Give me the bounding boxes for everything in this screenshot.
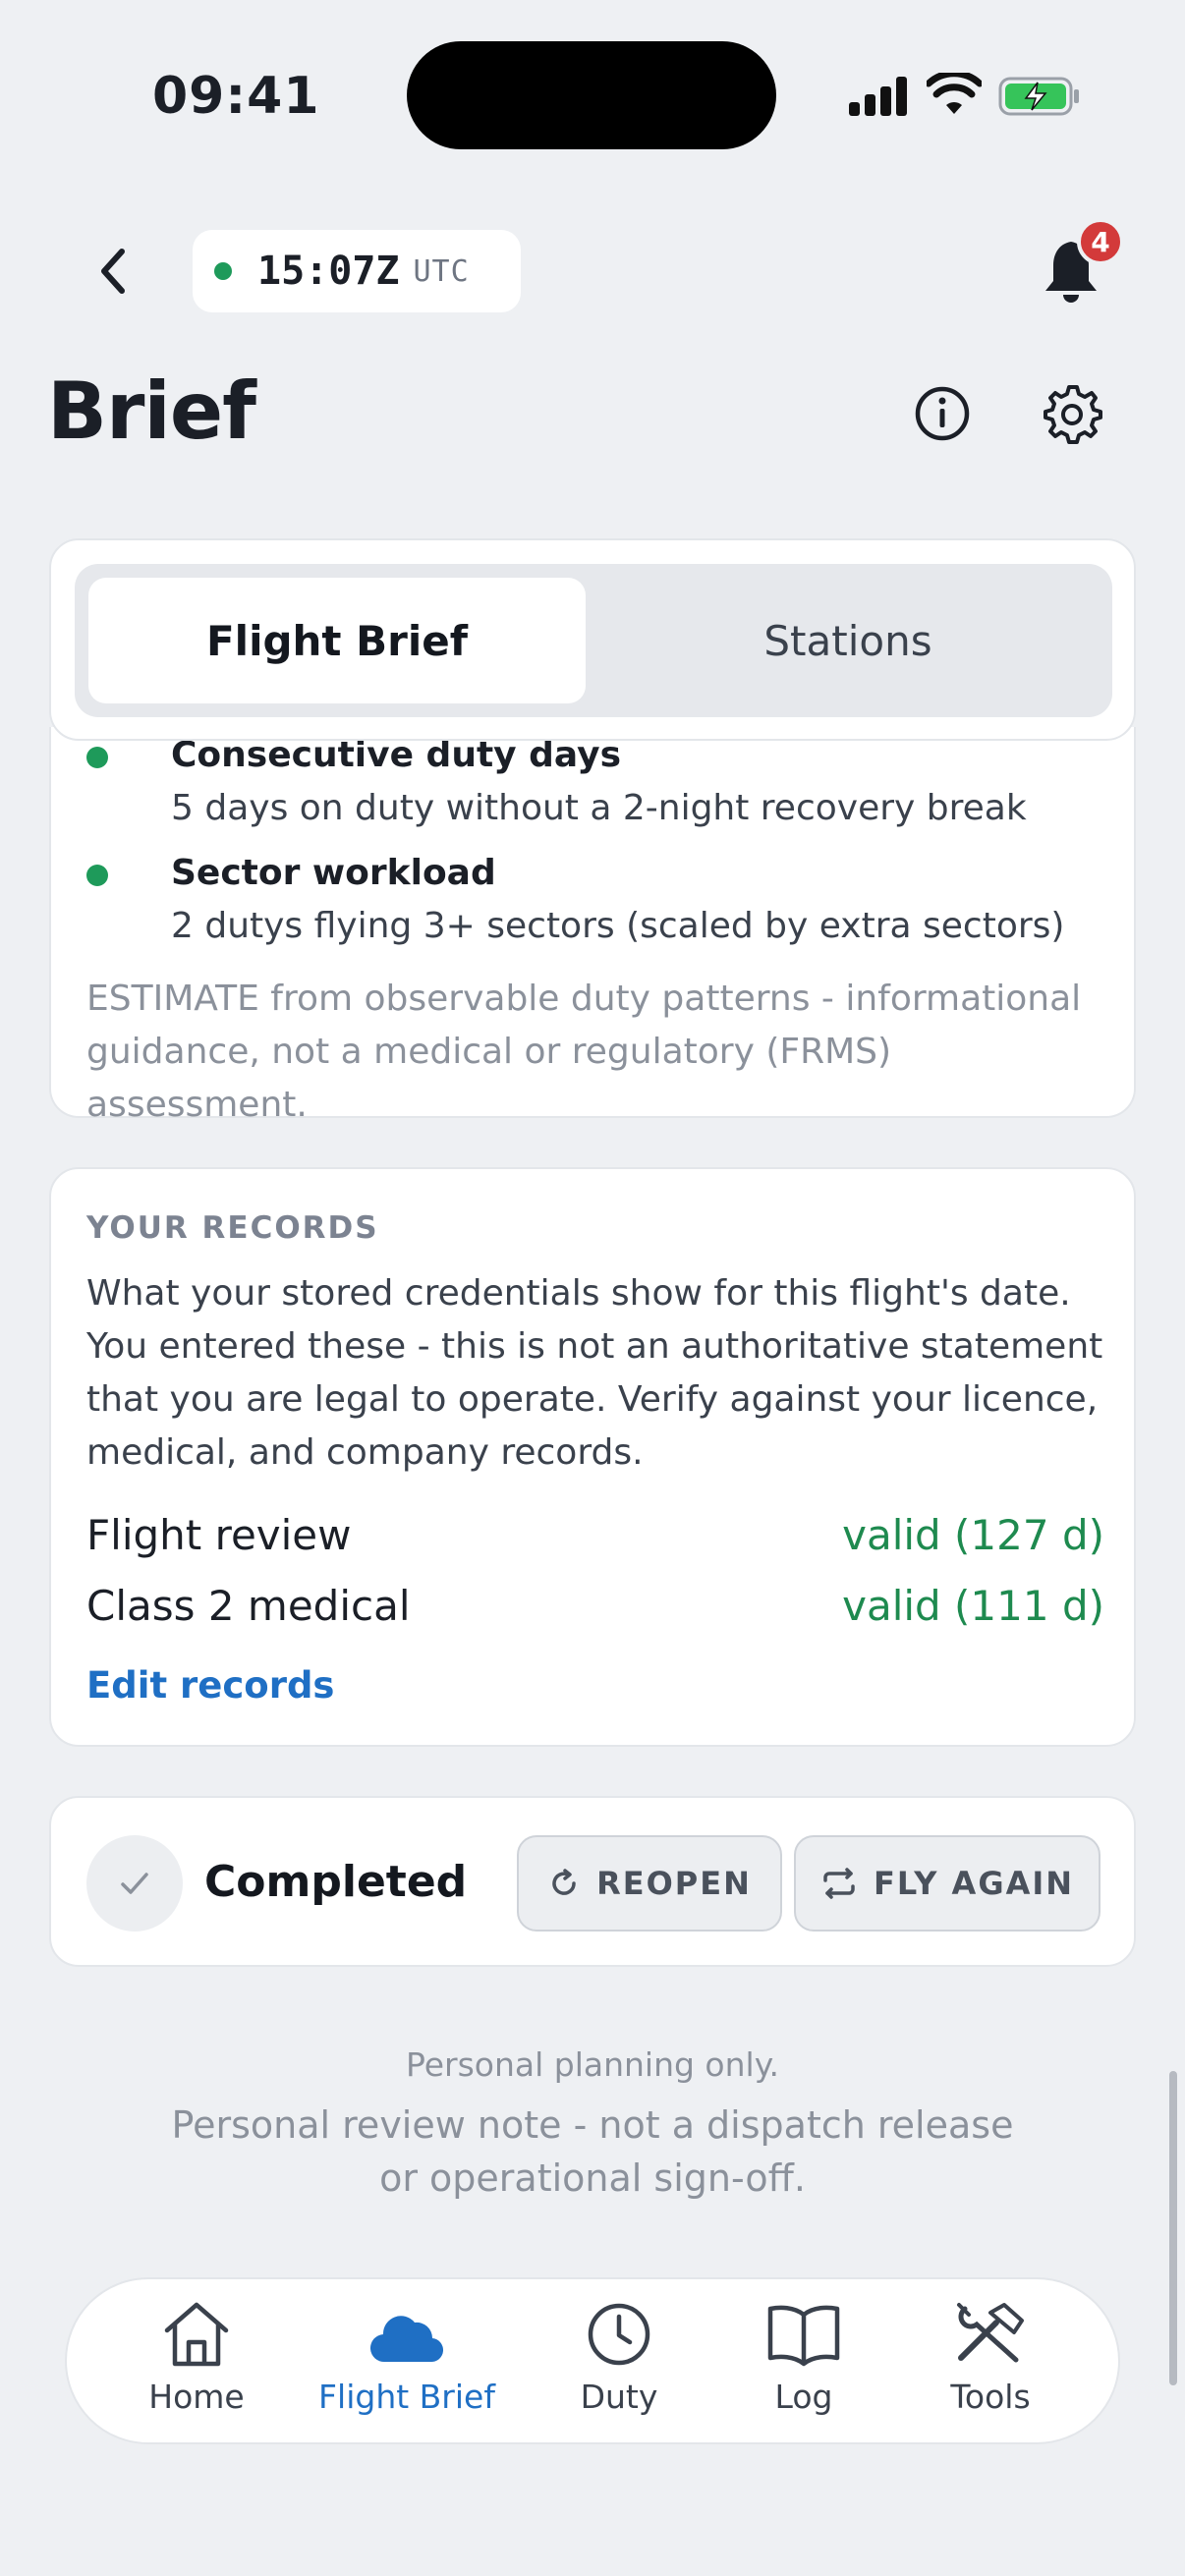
planning-note: Personal planning only. — [405, 2045, 780, 2084]
records-card: YOUR RECORDS What your stored credential… — [49, 1167, 1136, 1747]
bottom-tab-bar: Home Flight Brief Duty Log Tools — [65, 2277, 1120, 2444]
tab-log[interactable]: Log — [705, 2299, 902, 2427]
record-label: Class 2 medical — [86, 1582, 411, 1630]
repeat-icon — [823, 1868, 855, 1899]
settings-gear-icon[interactable] — [1042, 383, 1102, 444]
record-row: Class 2 medical valid (111 d) — [86, 1582, 1104, 1637]
live-status-dot — [214, 262, 232, 280]
clock-icon — [588, 2303, 650, 2366]
page-title: Brief — [47, 365, 256, 457]
tab-label: Tools — [950, 2378, 1031, 2416]
risk-status-dot — [86, 865, 108, 886]
utc-clock-chip: 15:07Z UTC — [193, 230, 521, 312]
cloud-icon — [369, 2316, 444, 2363]
reopen-button[interactable]: REOPEN — [517, 1835, 782, 1932]
refresh-icon — [552, 1869, 576, 1895]
book-icon — [767, 2305, 840, 2367]
tab-label: Home — [148, 2378, 245, 2416]
segmented-control: Flight Brief Stations — [75, 564, 1112, 717]
records-description: What your stored credentials show for th… — [86, 1273, 1103, 1473]
back-button[interactable] — [88, 240, 138, 303]
completion-card: Completed REOPEN FLY AGAIN — [49, 1796, 1136, 1967]
record-label: Flight review — [86, 1511, 352, 1559]
risk-description: 5 days on duty without a 2-night recover… — [171, 788, 1027, 828]
tab-duty[interactable]: Duty — [521, 2299, 717, 2427]
completion-status: Completed — [204, 1857, 468, 1907]
cellular-signal-icon — [849, 77, 908, 116]
tab-flight-brief[interactable]: Flight Brief — [88, 578, 586, 703]
estimate-disclaimer: ESTIMATE from observable duty patterns -… — [86, 979, 1082, 1125]
tools-icon — [957, 2303, 1024, 2363]
segmented-control-container: Flight Brief Stations — [49, 538, 1136, 741]
tab-tools[interactable]: Tools — [892, 2299, 1089, 2427]
record-row: Flight review valid (127 d) — [86, 1511, 1104, 1566]
checkmark-icon — [86, 1835, 183, 1932]
tab-label: Log — [774, 2378, 833, 2416]
reopen-label: REOPEN — [596, 1865, 752, 1902]
tab-label: Duty — [580, 2378, 658, 2416]
battery-charging-icon — [998, 77, 1079, 116]
edit-records-link[interactable]: Edit records — [86, 1664, 334, 1707]
tab-flight-brief-nav[interactable]: Flight Brief — [309, 2299, 505, 2427]
fatigue-factors-card: Consecutive duty days 5 days on duty wit… — [49, 727, 1136, 1125]
tab-label: Flight Brief — [318, 2378, 495, 2416]
record-status: valid (111 d) — [842, 1582, 1104, 1630]
utc-time: 15:07Z — [257, 249, 400, 294]
review-disclaimer: Personal review note - not a dispatch re… — [171, 2103, 1014, 2200]
records-heading: YOUR RECORDS — [86, 1210, 379, 1246]
risk-description: 2 dutys flying 3+ sectors (scaled by ext… — [171, 906, 1065, 946]
wifi-icon — [927, 73, 982, 114]
tab-home[interactable]: Home — [98, 2299, 295, 2427]
utc-label: UTC — [413, 253, 470, 289]
risk-status-dot — [86, 747, 108, 768]
scrollbar[interactable] — [1169, 2071, 1177, 2385]
record-status: valid (127 d) — [842, 1511, 1104, 1559]
fly-again-label: FLY AGAIN — [873, 1865, 1075, 1902]
notification-badge: 4 — [1077, 218, 1124, 265]
home-icon — [164, 2302, 229, 2367]
info-icon[interactable] — [914, 385, 971, 442]
risk-title: Sector workload — [171, 853, 496, 893]
tab-stations[interactable]: Stations — [599, 578, 1097, 703]
dynamic-island — [407, 41, 776, 149]
status-bar-time: 09:41 — [152, 67, 320, 126]
fly-again-button[interactable]: FLY AGAIN — [794, 1835, 1100, 1932]
risk-title: Consecutive duty days — [171, 735, 622, 775]
